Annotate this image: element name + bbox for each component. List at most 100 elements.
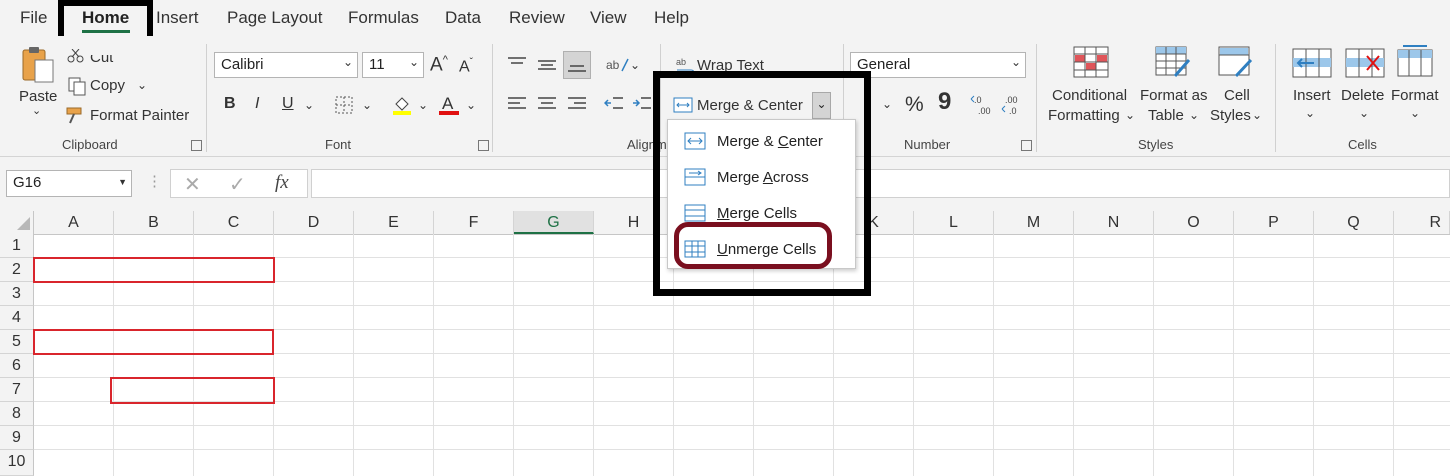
underline-button[interactable]: U xyxy=(282,95,294,113)
chevron-down-icon[interactable]: ⌄ xyxy=(1410,106,1420,120)
top-align-icon[interactable] xyxy=(507,56,527,75)
decrease-decimal-icon[interactable]: .00.0 xyxy=(1001,94,1025,121)
row-header-5[interactable]: 5 xyxy=(0,330,34,354)
chevron-down-icon[interactable]: ⌄ xyxy=(1305,106,1315,120)
format-painter-label[interactable]: Format Painter xyxy=(90,107,189,124)
column-header-a[interactable]: A xyxy=(34,211,114,234)
row-header-1[interactable]: 1 xyxy=(0,234,34,258)
percent-button[interactable]: % xyxy=(905,93,924,117)
cell-styles-icon[interactable] xyxy=(1218,46,1254,85)
borders-dropdown-arrow[interactable]: ⌄ xyxy=(362,98,372,112)
middle-align-icon[interactable] xyxy=(537,58,557,77)
merged-range-b7-c7[interactable] xyxy=(110,377,275,404)
tab-insert[interactable]: Insert xyxy=(156,8,199,28)
font-color-dropdown-arrow[interactable]: ⌄ xyxy=(466,98,476,112)
column-header-d[interactable]: D xyxy=(274,211,354,234)
format-label[interactable]: Format xyxy=(1391,87,1439,104)
decrease-font-size-icon[interactable]: Aˇ xyxy=(459,57,473,76)
chevron-down-icon[interactable]: ⌄ xyxy=(1125,108,1135,122)
insert-cells-icon[interactable] xyxy=(1292,48,1332,83)
merged-range-a5-c5[interactable] xyxy=(33,329,274,355)
tab-page-layout[interactable]: Page Layout xyxy=(227,8,322,28)
chevron-down-icon[interactable]: ⌄ xyxy=(1252,108,1262,122)
paste-icon[interactable] xyxy=(21,46,55,84)
insert-label[interactable]: Insert xyxy=(1293,87,1331,104)
column-header-b[interactable]: B xyxy=(114,211,194,234)
format-as-table-icon[interactable] xyxy=(1155,46,1191,85)
delete-cells-icon[interactable] xyxy=(1345,48,1385,83)
delete-label[interactable]: Delete xyxy=(1341,87,1384,104)
font-color-icon[interactable]: A xyxy=(438,93,460,122)
number-format-combo[interactable]: General ⌄ xyxy=(850,52,1026,78)
increase-indent-icon[interactable] xyxy=(632,96,652,117)
copy-icon[interactable] xyxy=(67,76,87,101)
conditional-formatting-label-1[interactable]: Conditional xyxy=(1052,87,1127,104)
comma-button[interactable]: 9 xyxy=(938,88,951,116)
increase-font-size-icon[interactable]: A^ xyxy=(430,54,448,76)
insert-function-button[interactable]: fx xyxy=(275,172,289,194)
borders-icon[interactable] xyxy=(335,96,353,119)
chevron-down-icon[interactable]: ⌄ xyxy=(1189,108,1199,122)
row-header-7[interactable]: 7 xyxy=(0,378,34,402)
copy-dropdown-arrow[interactable]: ⌄ xyxy=(137,78,147,92)
select-all-button[interactable] xyxy=(0,211,34,234)
cell-styles-label-2[interactable]: Styles xyxy=(1210,107,1251,124)
name-box[interactable]: G16 ▼ xyxy=(6,170,132,197)
column-header-q[interactable]: Q xyxy=(1314,211,1394,234)
tab-data[interactable]: Data xyxy=(445,8,481,28)
font-name-combo[interactable]: Calibri ⌄ xyxy=(214,52,358,78)
increase-decimal-icon[interactable]: .0.00 xyxy=(970,94,994,121)
column-header-f[interactable]: F xyxy=(434,211,514,234)
tab-file[interactable]: File xyxy=(20,8,47,28)
column-header-c[interactable]: C xyxy=(194,211,274,234)
bottom-align-icon[interactable] xyxy=(563,51,591,79)
cancel-icon[interactable]: ✕ xyxy=(184,172,201,197)
clipboard-launcher-icon[interactable] xyxy=(191,140,202,151)
italic-button[interactable]: I xyxy=(255,95,259,113)
format-painter-icon[interactable] xyxy=(66,106,88,129)
tab-formulas[interactable]: Formulas xyxy=(348,8,419,28)
paste-dropdown-arrow[interactable]: ⌄ xyxy=(32,104,41,117)
column-header-p[interactable]: P xyxy=(1234,211,1314,234)
tab-review[interactable]: Review xyxy=(509,8,565,28)
font-launcher-icon[interactable] xyxy=(478,140,489,151)
conditional-formatting-label-2[interactable]: Formatting xyxy=(1048,107,1120,124)
tab-help[interactable]: Help xyxy=(654,8,689,28)
column-header-m[interactable]: M xyxy=(994,211,1074,234)
font-size-combo[interactable]: 11 ⌄ xyxy=(362,52,424,78)
row-header-3[interactable]: 3 xyxy=(0,282,34,306)
column-header-e[interactable]: E xyxy=(354,211,434,234)
accounting-dropdown-arrow[interactable]: ⌄ xyxy=(882,97,892,111)
underline-dropdown-arrow[interactable]: ⌄ xyxy=(304,98,314,112)
bold-button[interactable]: B xyxy=(224,95,236,113)
orientation-dropdown-arrow[interactable]: ⌄ xyxy=(630,58,640,72)
row-header-6[interactable]: 6 xyxy=(0,354,34,378)
chevron-down-icon[interactable]: ⌄ xyxy=(1359,106,1369,120)
format-cells-icon[interactable] xyxy=(1397,44,1433,83)
number-launcher-icon[interactable] xyxy=(1021,140,1032,151)
format-as-table-label-1[interactable]: Format as xyxy=(1140,87,1208,104)
conditional-formatting-icon[interactable] xyxy=(1073,46,1109,83)
row-header-8[interactable]: 8 xyxy=(0,402,34,426)
copy-label[interactable]: Copy xyxy=(90,77,125,94)
cell-styles-label-1[interactable]: Cell xyxy=(1224,87,1250,104)
row-header-10[interactable]: 10 xyxy=(0,450,34,476)
merged-range-a2-c2[interactable] xyxy=(33,257,275,283)
column-header-o[interactable]: O xyxy=(1154,211,1234,234)
align-right-icon[interactable] xyxy=(567,96,587,117)
format-as-table-label-2[interactable]: Table xyxy=(1148,107,1184,124)
column-header-r[interactable]: R xyxy=(1394,211,1450,234)
align-center-icon[interactable] xyxy=(537,96,557,117)
align-left-icon[interactable] xyxy=(507,96,527,117)
column-header-l[interactable]: L xyxy=(914,211,994,234)
enter-icon[interactable]: ✓ xyxy=(229,172,246,197)
column-header-n[interactable]: N xyxy=(1074,211,1154,234)
fill-color-dropdown-arrow[interactable]: ⌄ xyxy=(418,98,428,112)
formula-input[interactable] xyxy=(311,169,1450,198)
row-header-9[interactable]: 9 xyxy=(0,426,34,450)
orientation-icon[interactable]: ab xyxy=(604,55,630,80)
row-header-4[interactable]: 4 xyxy=(0,306,34,330)
column-header-g[interactable]: G xyxy=(514,211,594,234)
fill-color-icon[interactable] xyxy=(391,94,413,121)
row-header-2[interactable]: 2 xyxy=(0,258,34,282)
